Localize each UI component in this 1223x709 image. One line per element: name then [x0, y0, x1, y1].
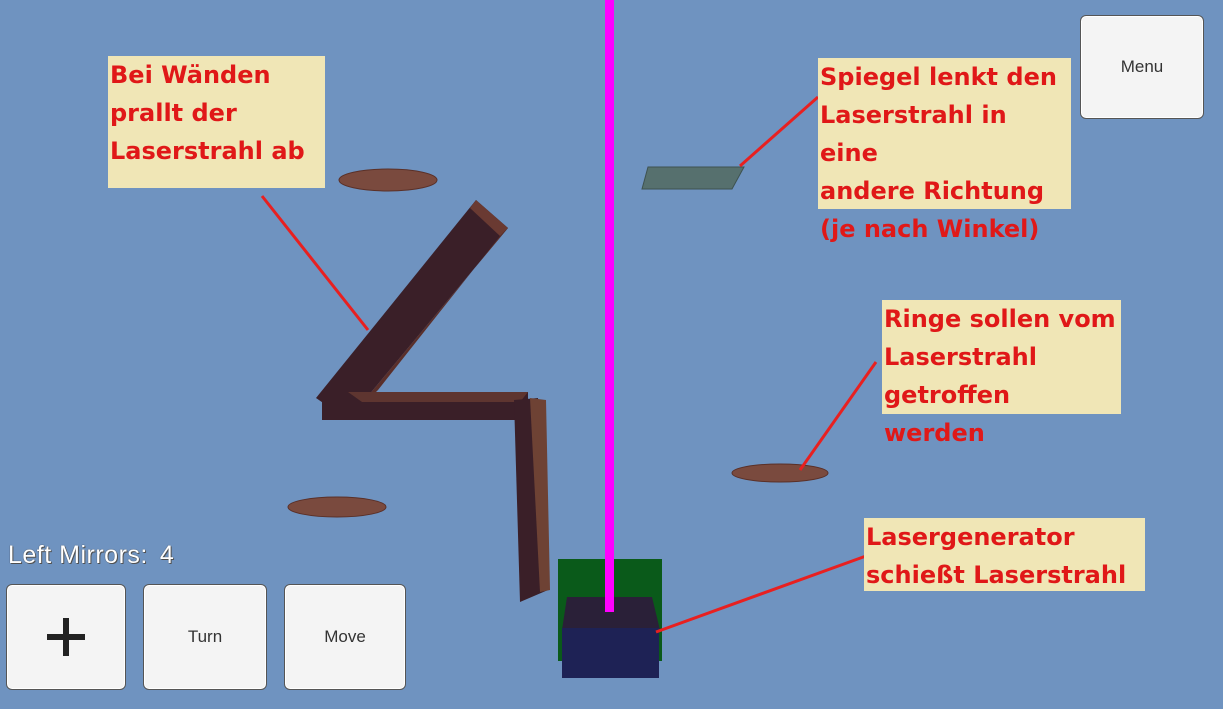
annotation-walls: Bei Wänden prallt der Laserstrahl ab [108, 56, 325, 188]
mirrors-label: Left Mirrors: [8, 541, 148, 569]
ring-target [287, 496, 387, 518]
ring-target [338, 168, 438, 192]
add-mirror-button[interactable] [6, 584, 126, 690]
ring-target [731, 463, 829, 483]
annotation-mirror: Spiegel lenkt den Laserstrahl in eine an… [818, 58, 1071, 243]
annotation-generator: Lasergenerator schießt Laserstrahl [864, 518, 1145, 591]
annotation-pointer [655, 554, 867, 634]
annotation-pointer [739, 95, 819, 168]
laser-beam [605, 0, 614, 612]
mirror[interactable] [641, 166, 745, 190]
move-button[interactable]: Move [284, 584, 406, 690]
wall-structure [316, 200, 550, 602]
menu-button[interactable]: Menu [1080, 15, 1204, 119]
annotation-rings: Ringe sollen vom Laserstrahl getroffen w… [882, 300, 1121, 447]
annotation-pointer [798, 361, 878, 471]
annotation-pointer [260, 195, 370, 331]
plus-icon [47, 618, 85, 656]
turn-button[interactable]: Turn [143, 584, 267, 690]
mirrors-count: 4 [159, 541, 175, 569]
mirrors-counter: Left Mirrors: 4 [8, 541, 174, 570]
